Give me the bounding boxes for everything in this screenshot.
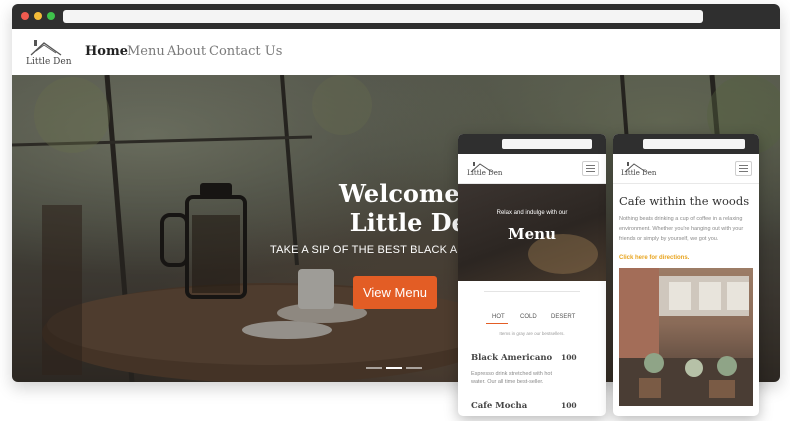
view-menu-button[interactable]: View Menu [353, 276, 437, 309]
nav-link-contact[interactable]: Contact Us [209, 44, 282, 59]
carousel-indicator-3[interactable] [406, 367, 422, 369]
menu-item-price: 100 [561, 401, 577, 410]
maximize-window-icon[interactable] [47, 12, 55, 20]
nav-link-home[interactable]: Home [85, 44, 128, 59]
minimize-window-icon[interactable] [34, 12, 42, 20]
mobile-address-bar[interactable] [643, 139, 745, 149]
address-bar[interactable] [63, 10, 703, 23]
nav-link-menu[interactable]: Menu [127, 44, 165, 59]
mobile-header: Little Den [458, 154, 606, 184]
mobile-logo-text: Little Den [621, 169, 657, 177]
menu-item-description: Espresso drink stretched with hot water.… [471, 371, 553, 385]
mobile-browser-toolbar [613, 134, 759, 154]
carousel-indicator-2[interactable] [386, 367, 402, 369]
cafe-interior-illustration [619, 268, 753, 406]
tab-hot[interactable]: HOT [492, 314, 505, 320]
mobile-header: Little Den [613, 154, 759, 184]
menu-note: Items in gray are our bestsellers. [499, 331, 565, 336]
about-title: Cafe within the woods [619, 194, 750, 208]
mobile-logo-text: Little Den [467, 169, 503, 177]
mobile-logo[interactable]: Little Den [621, 158, 656, 180]
tab-desert[interactable]: DESERT [551, 314, 575, 320]
menu-banner-title: Menu [508, 225, 556, 243]
mobile-browser-toolbar [458, 134, 606, 154]
about-body: Nothing beats drinking a cup of coffee i… [619, 216, 744, 242]
site-logo[interactable]: Little Den [25, 37, 72, 69]
mobile-logo[interactable]: Little Den [467, 158, 502, 180]
mobile-preview-menu: Little Den Relax and indulge with our Me… [458, 134, 606, 416]
menu-banner-intro: Relax and indulge with our [496, 210, 568, 216]
nav-link-about[interactable]: About [167, 44, 206, 59]
hamburger-icon[interactable] [735, 161, 752, 176]
house-roof-logo-icon [30, 40, 62, 56]
logo-text: Little Den [26, 57, 72, 67]
directions-link[interactable]: Click here for directions. [619, 255, 689, 261]
carousel-indicator-1[interactable] [366, 367, 382, 369]
menu-item-price: 100 [561, 353, 577, 362]
cafe-interior-photo [619, 268, 753, 406]
menu-banner: Relax and indulge with our Menu [458, 184, 606, 281]
site-header: Little Den Home Menu About Contact Us [12, 29, 780, 76]
menu-item-name: Cafe Mocha [471, 401, 528, 411]
tab-hot-underline [486, 323, 508, 324]
hamburger-icon[interactable] [582, 161, 599, 176]
divider [484, 291, 580, 292]
close-window-icon[interactable] [21, 12, 29, 20]
browser-toolbar [12, 4, 780, 29]
menu-item-name: Black Americano [471, 353, 553, 363]
mobile-address-bar[interactable] [502, 139, 592, 149]
mobile-preview-about: Little Den Cafe within the woods Nothing… [613, 134, 759, 416]
tab-cold[interactable]: COLD [520, 314, 537, 320]
